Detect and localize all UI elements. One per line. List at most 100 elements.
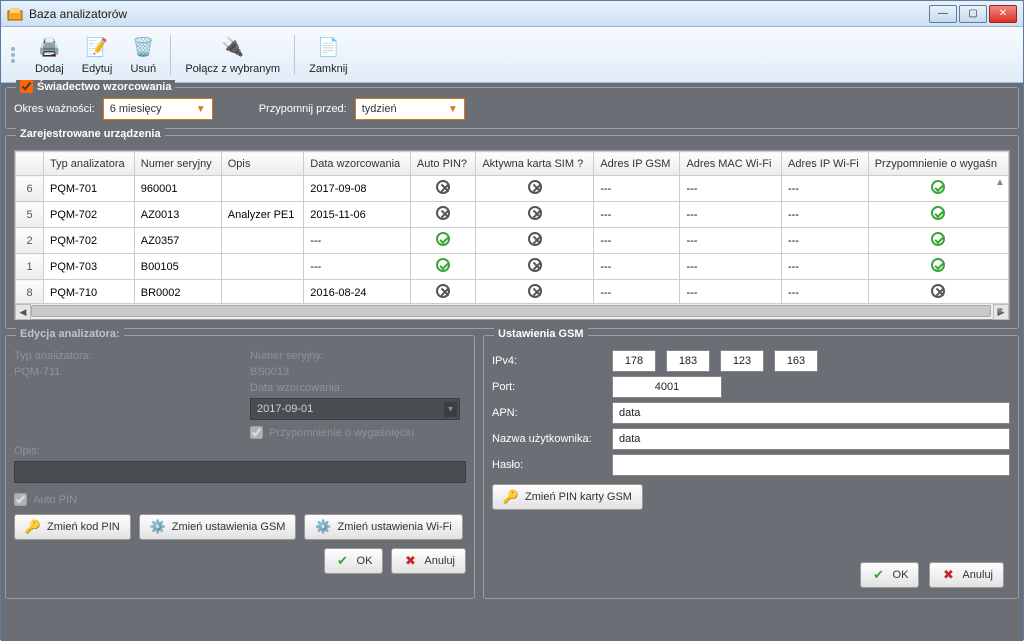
port-label: Port: xyxy=(492,381,602,393)
col-type[interactable]: Typ analizatora xyxy=(44,152,135,176)
key-icon: 🔑 xyxy=(25,519,41,535)
gear-icon: ⚙️ xyxy=(150,519,166,535)
close-toolbar-button[interactable]: 📄Zamknij xyxy=(305,33,352,77)
x-icon xyxy=(528,206,542,220)
type-label: Typ analizatora: xyxy=(14,350,124,362)
close-button[interactable]: ✕ xyxy=(989,5,1017,23)
validity-combo[interactable]: 6 miesięcy▼ xyxy=(103,98,213,120)
app-window: Baza analizatorów — ▢ ✕ 🖨️Dodaj 📝Edytuj … xyxy=(0,0,1024,640)
check-icon xyxy=(931,180,945,194)
caldate-label: Data wzorcowania: xyxy=(250,382,360,394)
x-icon xyxy=(436,180,450,194)
change-wifi-button[interactable]: ⚙️Zmień ustawienia Wi-Fi xyxy=(304,514,462,540)
editor-group: Edycja analizatora: Typ analizatora: PQM… xyxy=(5,335,475,599)
editor-cancel-button[interactable]: ✖Anuluj xyxy=(391,548,466,574)
change-pin-button[interactable]: 🔑Zmień kod PIN xyxy=(14,514,131,540)
gsm-ok-button[interactable]: ✔OK xyxy=(860,562,920,588)
minimize-button[interactable]: — xyxy=(929,5,957,23)
table-row[interactable]: 8PQM-710BR00022016-08-24--------- xyxy=(16,280,1009,304)
col-caldate[interactable]: Data wzorcowania xyxy=(304,152,411,176)
table-row[interactable]: 6PQM-7019600012017-09-08--------- xyxy=(16,176,1009,202)
devices-table-wrap: Typ analizatora Numer seryjny Opis Data … xyxy=(14,150,1010,320)
add-button[interactable]: 🖨️Dodaj xyxy=(31,33,68,77)
registered-group: Zarejestrowane urządzenia Typ analizator… xyxy=(5,135,1019,329)
x-icon xyxy=(436,284,450,298)
titlebar: Baza analizatorów — ▢ ✕ xyxy=(1,1,1023,27)
col-autopin[interactable]: Auto PIN? xyxy=(410,152,475,176)
x-icon xyxy=(528,232,542,246)
validity-label: Okres ważności: xyxy=(14,103,95,115)
reminder-checkbox[interactable] xyxy=(250,426,263,439)
chevron-down-icon: ▼ xyxy=(196,104,206,115)
gsm-title: Ustawienia GSM xyxy=(494,328,588,340)
user-input[interactable] xyxy=(612,428,1010,450)
delete-button[interactable]: 🗑️Usuń xyxy=(126,33,160,77)
ip-octet-4[interactable] xyxy=(774,350,818,372)
table-row[interactable]: 1PQM-703B00105------------ xyxy=(16,254,1009,280)
x-icon xyxy=(436,206,450,220)
col-reminder[interactable]: Przypomnienie o wygaśn xyxy=(868,152,1008,176)
apn-input[interactable] xyxy=(612,402,1010,424)
table-row[interactable]: 5PQM-702AZ0013Analyzer PE12015-11-06----… xyxy=(16,202,1009,228)
change-sim-pin-button[interactable]: 🔑Zmień PIN karty GSM xyxy=(492,484,643,510)
close-icon: 📄 xyxy=(315,35,341,61)
ipv4-label: IPv4: xyxy=(492,355,602,367)
check-icon xyxy=(931,206,945,220)
edit-button[interactable]: 📝Edytuj xyxy=(78,33,117,77)
edit-icon: 📝 xyxy=(84,35,110,61)
desc-label: Opis: xyxy=(14,445,124,457)
chevron-down-icon: ▾ xyxy=(444,402,457,417)
editor-ok-button[interactable]: ✔OK xyxy=(324,548,384,574)
devices-table: Typ analizatora Numer seryjny Opis Data … xyxy=(15,151,1009,303)
ip-octet-2[interactable] xyxy=(666,350,710,372)
ip-octet-1[interactable] xyxy=(612,350,656,372)
vertical-scroll-indicator[interactable]: ▲▼ xyxy=(993,177,1007,317)
col-macwifi[interactable]: Adres MAC Wi-Fi xyxy=(680,152,782,176)
pass-input[interactable] xyxy=(612,454,1010,476)
desc-input[interactable] xyxy=(14,461,466,483)
chevron-down-icon: ▼ xyxy=(448,104,458,115)
col-desc[interactable]: Opis xyxy=(221,152,304,176)
x-icon xyxy=(931,284,945,298)
editor-title: Edycja analizatora: xyxy=(16,328,124,340)
remind-combo[interactable]: tydzień▼ xyxy=(355,98,465,120)
gsm-cancel-button[interactable]: ✖Anuluj xyxy=(929,562,1004,588)
x-icon xyxy=(528,284,542,298)
check-icon xyxy=(436,258,450,272)
toolbar-handle xyxy=(11,35,17,75)
x-icon xyxy=(528,258,542,272)
autopin-checkbox[interactable] xyxy=(14,493,27,506)
col-ipwifi[interactable]: Adres IP Wi-Fi xyxy=(781,152,868,176)
serial-label: Numer seryjny: xyxy=(250,350,360,362)
check-icon xyxy=(436,232,450,246)
devices-table-scroll[interactable]: Typ analizatora Numer seryjny Opis Data … xyxy=(15,151,1009,303)
table-row[interactable]: 2PQM-702AZ0357------------ xyxy=(16,228,1009,254)
maximize-button[interactable]: ▢ xyxy=(959,5,987,23)
calibration-enable-checkbox[interactable] xyxy=(20,80,33,93)
scroll-thumb[interactable] xyxy=(31,305,991,317)
check-icon: ✔ xyxy=(871,567,887,583)
serial-value: BS0013 xyxy=(250,366,289,378)
remind-label: Przypomnij przed: xyxy=(259,103,347,115)
ip-octet-3[interactable] xyxy=(720,350,764,372)
registered-title: Zarejestrowane urządzenia xyxy=(16,128,165,140)
port-input[interactable] xyxy=(612,376,722,398)
check-icon xyxy=(931,258,945,272)
calibration-group: Świadectwo wzorcowania Okres ważności: 6… xyxy=(5,87,1019,129)
horizontal-scrollbar[interactable]: ◀ ▶ xyxy=(15,303,1009,319)
col-ipgsm[interactable]: Adres IP GSM xyxy=(594,152,680,176)
connect-icon: 🔌 xyxy=(220,35,246,61)
col-sim[interactable]: Aktywna karta SIM ? xyxy=(476,152,594,176)
caldate-combo[interactable]: 2017-09-01▾ xyxy=(250,398,460,420)
reminder-checkbox-row: Przypomnienie o wygaśnięciu xyxy=(250,426,466,439)
col-serial[interactable]: Numer seryjny xyxy=(134,152,221,176)
toolbar: 🖨️Dodaj 📝Edytuj 🗑️Usuń 🔌Połącz z wybrany… xyxy=(1,27,1023,83)
app-icon xyxy=(7,6,23,22)
autopin-checkbox-row: Auto PIN xyxy=(14,493,466,506)
change-gsm-button[interactable]: ⚙️Zmień ustawienia GSM xyxy=(139,514,297,540)
key-icon: 🔑 xyxy=(503,489,519,505)
connect-button[interactable]: 🔌Połącz z wybranym xyxy=(181,33,284,77)
window-title: Baza analizatorów xyxy=(29,7,929,21)
check-icon xyxy=(931,232,945,246)
scroll-left-icon[interactable]: ◀ xyxy=(15,304,31,320)
